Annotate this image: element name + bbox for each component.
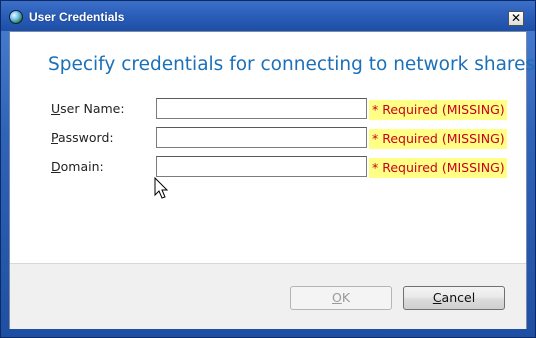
user-credentials-window: User Credentials ✕ Specify credentials f…	[0, 0, 536, 338]
cancel-button[interactable]: Cancel	[403, 286, 505, 310]
ok-button[interactable]: OK	[290, 286, 392, 310]
globe-icon	[9, 10, 23, 24]
password-input[interactable]	[156, 127, 367, 148]
dialog-body: Specify credentials for connecting to ne…	[9, 31, 536, 329]
domain-required-badge: * Required (MISSING)	[369, 158, 507, 178]
window-title: User Credentials	[29, 10, 125, 24]
user-name-input[interactable]	[156, 98, 367, 119]
domain-input[interactable]	[156, 156, 367, 177]
mouse-pointer-icon	[154, 177, 169, 199]
button-bar: OK Cancel	[10, 263, 526, 329]
dialog-heading: Specify credentials for connecting to ne…	[48, 54, 536, 75]
domain-label: Domain:	[51, 159, 104, 174]
title-bar[interactable]: User Credentials ✕	[1, 1, 535, 31]
close-button[interactable]: ✕	[508, 11, 524, 26]
password-required-badge: * Required (MISSING)	[369, 129, 507, 149]
user-name-required-badge: * Required (MISSING)	[369, 100, 507, 120]
password-label: Password:	[51, 130, 114, 145]
user-name-label: User Name:	[51, 101, 125, 116]
